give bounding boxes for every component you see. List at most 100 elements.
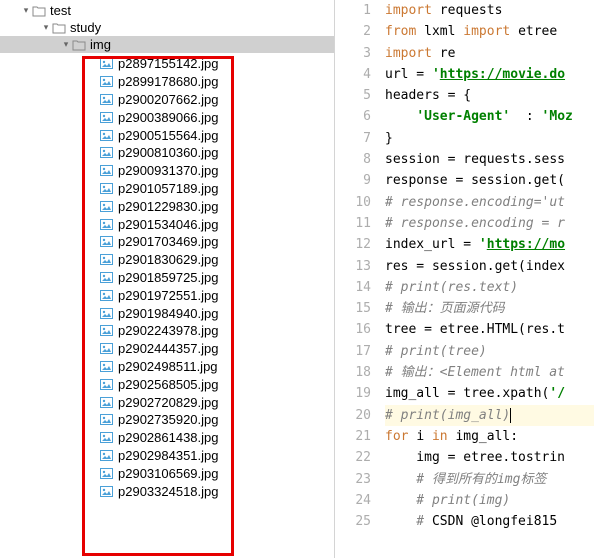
image-file-icon [100,147,114,159]
file-item[interactable]: p2901972551.jpg [0,286,334,304]
tree-folder-img[interactable]: ▾ img [0,36,334,53]
file-label: p2902568505.jpg [118,377,219,392]
tree-folder-test[interactable]: ▾ test [0,2,334,19]
line-number: 11 [335,213,371,234]
file-label: p2900389066.jpg [118,110,219,125]
image-file-icon [100,325,114,337]
code-line[interactable]: for i in img_all: [385,426,594,447]
image-file-icon [100,93,114,105]
code-line[interactable]: img_all = tree.xpath('/ [385,383,594,404]
code-line[interactable]: # print(img) [385,490,594,511]
file-label: p2902444357.jpg [118,341,219,356]
file-item[interactable]: p2903324518.jpg [0,482,334,500]
file-item[interactable]: p2900931370.jpg [0,162,334,180]
code-line[interactable]: } [385,128,594,149]
code-line[interactable]: index_url = 'https://mo [385,234,594,255]
code-line[interactable]: session = requests.sess [385,149,594,170]
file-item[interactable]: p2900207662.jpg [0,91,334,109]
code-line[interactable]: res = session.get(index [385,256,594,277]
image-file-icon [100,485,114,497]
image-file-icon [100,414,114,426]
file-label: p2902720829.jpg [118,395,219,410]
file-item[interactable]: p2900389066.jpg [0,108,334,126]
file-label: p2902735920.jpg [118,412,219,427]
code-line[interactable]: # print(res.text) [385,277,594,298]
line-number: 19 [335,383,371,404]
file-label: p2901534046.jpg [118,217,219,232]
file-item[interactable]: p2902568505.jpg [0,375,334,393]
file-item[interactable]: p2902984351.jpg [0,447,334,465]
file-item[interactable]: p2899178680.jpg [0,73,334,91]
file-item[interactable]: p2902498511.jpg [0,358,334,376]
code-line[interactable]: url = 'https://movie.do [385,64,594,85]
code-line[interactable]: img = etree.tostrin [385,447,594,468]
tree-folder-study[interactable]: ▾ study [0,19,334,36]
line-number: 4 [335,64,371,85]
file-label: p2900207662.jpg [118,92,219,107]
file-item[interactable]: p2897155142.jpg [0,55,334,73]
code-line[interactable]: # response.encoding = r [385,213,594,234]
line-number: 22 [335,447,371,468]
chevron-down-icon: ▾ [40,22,52,34]
code-line[interactable]: 'User-Agent' : 'Moz [385,106,594,127]
file-label: p2900810360.jpg [118,145,219,160]
image-file-icon [100,236,114,248]
code-line[interactable]: # 输出：页面源代码 [385,298,594,319]
code-line[interactable]: import requests [385,0,594,21]
code-area[interactable]: import requestsfrom lxml import etreeimp… [385,0,594,558]
file-item[interactable]: p2903106569.jpg [0,464,334,482]
file-label: p2902498511.jpg [118,359,218,374]
file-label: p2901703469.jpg [118,234,219,249]
code-editor[interactable]: 1234567891011121314151617181920212223242… [335,0,594,558]
image-file-icon [100,129,114,141]
file-item[interactable]: p2901830629.jpg [0,251,334,269]
file-label: p2902243978.jpg [118,323,219,338]
file-item[interactable]: p2901859725.jpg [0,269,334,287]
code-line[interactable]: # CSDN @longfei815 [385,511,594,532]
line-number: 2 [335,21,371,42]
file-item[interactable]: p2902444357.jpg [0,340,334,358]
code-line[interactable]: response = session.get( [385,170,594,191]
folder-label: test [50,3,71,18]
file-label: p2900515564.jpg [118,128,219,143]
folder-label: study [70,20,101,35]
file-item[interactable]: p2901534046.jpg [0,215,334,233]
image-file-icon [100,289,114,301]
file-list: p2897155142.jpgp2899178680.jpgp290020766… [0,55,334,500]
image-file-icon [100,218,114,230]
file-item[interactable]: p2902735920.jpg [0,411,334,429]
code-line[interactable]: # print(img_all) [385,405,594,426]
file-item[interactable]: p2901984940.jpg [0,304,334,322]
file-label: p2901830629.jpg [118,252,219,267]
code-line[interactable]: import re [385,43,594,64]
file-item[interactable]: p2901057189.jpg [0,180,334,198]
file-item[interactable]: p2902243978.jpg [0,322,334,340]
code-line[interactable]: headers = { [385,85,594,106]
line-number: 1 [335,0,371,21]
file-item[interactable]: p2901229830.jpg [0,197,334,215]
code-line[interactable]: from lxml import etree [385,21,594,42]
line-number: 12 [335,234,371,255]
chevron-down-icon: ▾ [20,5,32,17]
file-item[interactable]: p2900810360.jpg [0,144,334,162]
code-line[interactable]: # print(tree) [385,341,594,362]
image-file-icon [100,432,114,444]
code-line[interactable]: tree = etree.HTML(res.t [385,319,594,340]
file-item[interactable]: p2900515564.jpg [0,126,334,144]
image-file-icon [100,76,114,88]
line-number: 5 [335,85,371,106]
line-number: 9 [335,170,371,191]
line-number: 7 [335,128,371,149]
code-line[interactable]: # 输出：<Element html at [385,362,594,383]
image-file-icon [100,343,114,355]
file-item[interactable]: p2902720829.jpg [0,393,334,411]
file-item[interactable]: p2902861438.jpg [0,429,334,447]
line-number: 16 [335,319,371,340]
file-item[interactable]: p2901703469.jpg [0,233,334,251]
file-label: p2901859725.jpg [118,270,219,285]
code-line[interactable]: # response.encoding='ut [385,192,594,213]
line-number: 21 [335,426,371,447]
line-number: 14 [335,277,371,298]
code-line[interactable]: # 得到所有的img标签 [385,469,594,490]
image-file-icon [100,360,114,372]
